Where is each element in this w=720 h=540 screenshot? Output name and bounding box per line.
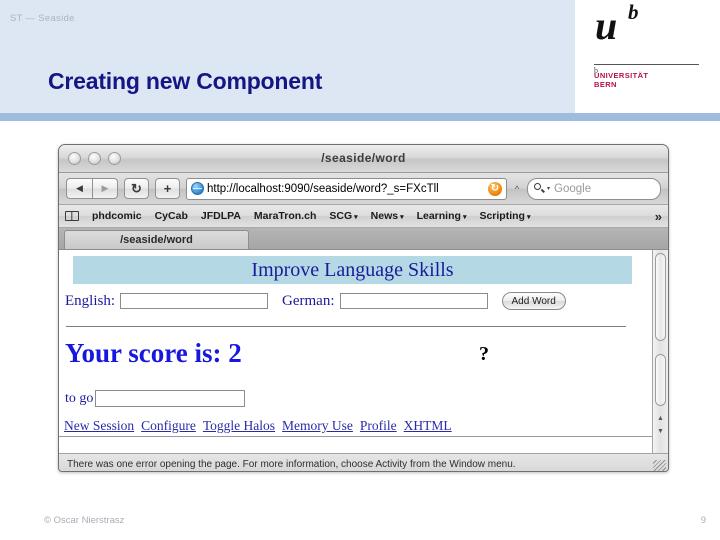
resize-grip-icon[interactable] [653, 460, 666, 471]
bookmark-label: Scripting [479, 210, 525, 222]
bookmark-label: CyCab [154, 210, 188, 222]
link-configure[interactable]: Configure [141, 418, 196, 434]
globe-icon [191, 182, 204, 195]
status-message: There was one error opening the page. Fo… [67, 458, 516, 470]
bookmark-label: SCG [329, 210, 353, 222]
bookmark-marker-icon: ^ [514, 183, 520, 194]
breadcrumb: ST — Seaside [10, 13, 75, 24]
logo-b-glyph: b [628, 0, 639, 24]
header-accent-bar [0, 113, 720, 121]
footer-copyright: © Oscar Nierstrasz [44, 515, 125, 526]
link-memory-use[interactable]: Memory Use [282, 418, 353, 434]
bookmark-label: JFDLPA [200, 210, 241, 222]
search-icon [534, 183, 545, 194]
bookmarks-bar: phdcomic CyCab JFDLPA MaraTron.ch SCG ▾ N… [59, 205, 668, 228]
bookmark-item[interactable]: MaraTron.ch [254, 210, 316, 222]
bookmark-item[interactable]: JFDLPA [201, 210, 241, 222]
stop-reload-icon[interactable]: ↻ [488, 181, 502, 196]
page-banner: Improve Language Skills [73, 256, 632, 284]
slide-canvas: ST — Seaside Creating new Component u b … [0, 0, 720, 540]
bookmark-label: phdcomic [92, 210, 142, 222]
tab-label: /seaside/word [120, 234, 193, 246]
add-word-button[interactable]: Add Word [501, 292, 566, 310]
logo-wordmark-line2: BERN [594, 80, 617, 89]
bookmarks-overflow-icon[interactable]: » [651, 209, 662, 224]
bookmarks-book-icon[interactable] [65, 211, 79, 221]
chevron-down-icon: ▾ [462, 214, 467, 221]
logo-wordmark: UNIVERSITÄT BERN [594, 71, 648, 89]
safari-browser-window: /seaside/word ◀ ▶ ↻ + http://localhost:9… [58, 144, 669, 472]
address-bar-url: http://localhost:9090/seaside/word?_s=FX… [207, 182, 439, 195]
bookmark-label: Learning [416, 210, 461, 222]
browser-status-bar: There was one error opening the page. Fo… [59, 453, 668, 471]
link-profile[interactable]: Profile [360, 418, 397, 434]
address-bar[interactable]: http://localhost:9090/seaside/word?_s=FX… [186, 177, 507, 200]
bookmark-folder[interactable]: Learning ▾ [417, 210, 467, 222]
content-divider [66, 326, 626, 327]
chevron-down-icon: ▾ [400, 214, 404, 221]
english-label: English: [65, 292, 116, 309]
scroll-up-arrow-icon[interactable]: ▲ [655, 413, 666, 424]
banner-title: Improve Language Skills [251, 258, 454, 281]
scroll-down-arrow-icon[interactable]: ▼ [655, 426, 666, 437]
word-entry-form: English: German: Add Word [65, 292, 566, 310]
window-title-bar[interactable]: /seaside/word [59, 145, 668, 173]
to-go-input[interactable] [95, 390, 246, 407]
question-annotation: ? [479, 343, 489, 365]
score-text: Your score is: 2 [65, 338, 242, 368]
bookmark-item[interactable]: CyCab [155, 210, 188, 222]
web-page-content: Improve Language Skills English: German:… [59, 250, 652, 453]
link-new-session[interactable]: New Session [64, 418, 134, 434]
university-logo: u b b UNIVERSITÄT BERN [575, 0, 720, 113]
navigation-buttons[interactable]: ◀ ▶ [66, 178, 118, 199]
logo-divider [594, 64, 699, 65]
bookmark-label: News [370, 210, 399, 222]
chevron-down-icon: ▾ [354, 214, 358, 221]
browser-viewport: Improve Language Skills English: German:… [59, 250, 668, 453]
forward-button[interactable]: ▶ [92, 178, 118, 199]
logo-u-glyph: u [595, 3, 618, 48]
tab-seaside-word[interactable]: /seaside/word [64, 230, 249, 249]
reload-button[interactable]: ↻ [124, 178, 149, 199]
logo-wordmark-line1: UNIVERSITÄT [594, 71, 649, 80]
bookmark-folder[interactable]: Scripting ▾ [479, 210, 530, 222]
slide-number: 9 [700, 515, 706, 526]
tab-bar: /seaside/word [59, 228, 668, 250]
german-label: German: [282, 292, 335, 309]
scrollbar-thumb-upper[interactable] [655, 253, 666, 341]
search-input[interactable]: ▾ Google [527, 177, 661, 200]
bookmark-label: MaraTron.ch [253, 210, 317, 222]
to-go-row: to go [65, 390, 246, 407]
browser-toolbar: ◀ ▶ ↻ + http://localhost:9090/seaside/wo… [59, 173, 668, 205]
add-bookmark-button[interactable]: + [155, 178, 180, 199]
back-button[interactable]: ◀ [66, 178, 92, 199]
page-title: Creating new Component [48, 68, 323, 94]
bookmark-folder[interactable]: News ▾ [371, 210, 404, 222]
seaside-toolbar: New Session Configure Toggle Halos Memor… [59, 418, 652, 434]
chevron-down-icon: ▾ [526, 214, 531, 221]
scrollbar-thumb-lower[interactable] [655, 354, 666, 406]
vertical-scrollbar[interactable]: ▲ ▼ [652, 250, 668, 453]
window-title: /seaside/word [321, 151, 406, 165]
chevron-down-icon[interactable]: ▾ [547, 185, 550, 192]
bookmark-folder[interactable]: SCG ▾ [329, 210, 357, 222]
seaside-toolbar-divider [59, 436, 652, 437]
search-placeholder: Google [554, 182, 592, 195]
english-input[interactable] [120, 293, 269, 309]
link-xhtml[interactable]: XHTML [404, 418, 452, 434]
link-toggle-halos[interactable]: Toggle Halos [203, 418, 275, 434]
german-input[interactable] [339, 293, 488, 309]
bookmark-item[interactable]: phdcomic [92, 210, 142, 222]
to-go-label: to go [65, 390, 94, 406]
